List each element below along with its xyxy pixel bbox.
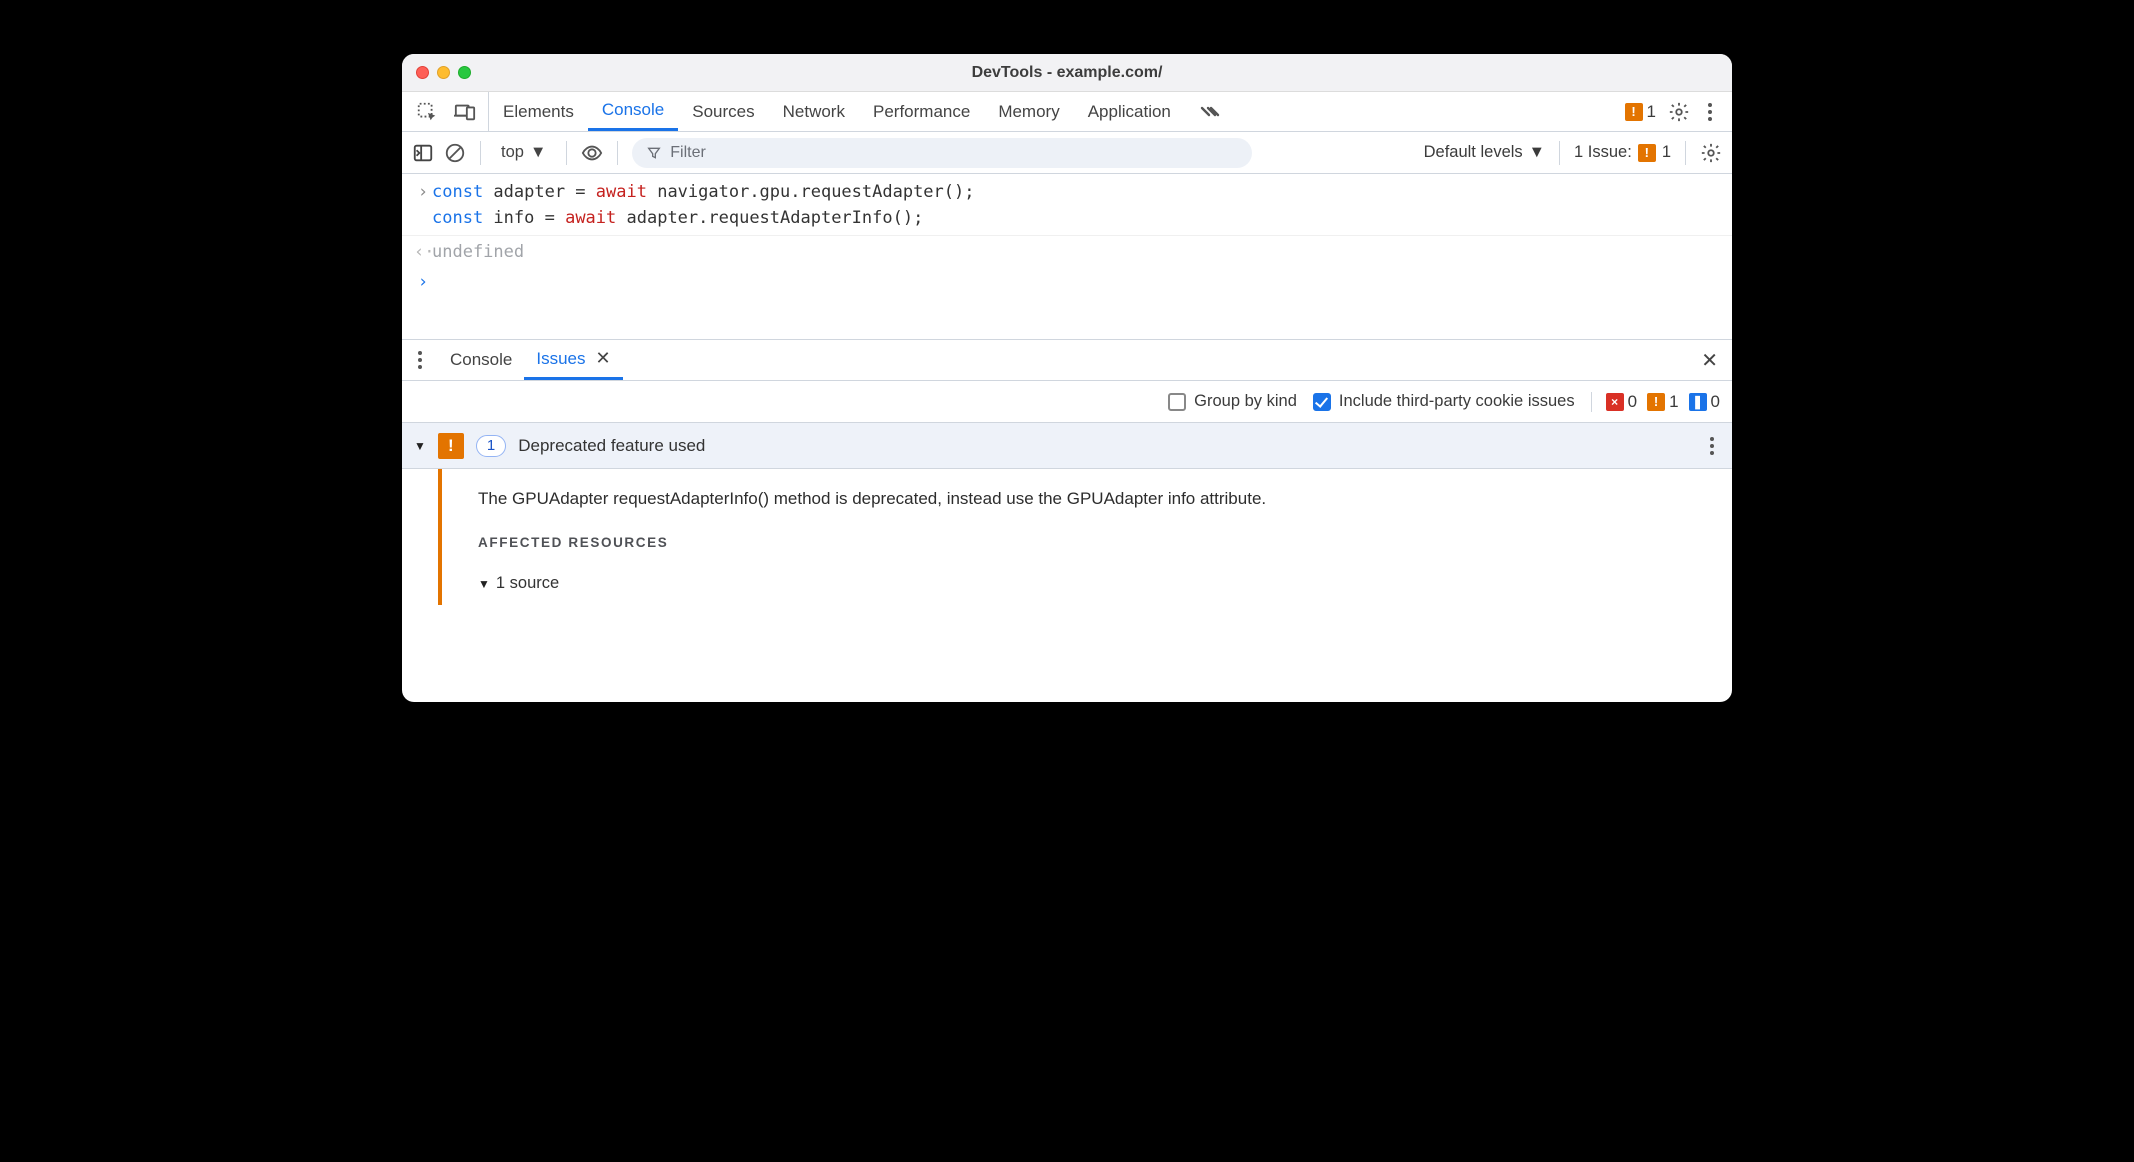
main-tabs: Elements Console Sources Network Perform…	[489, 92, 1239, 131]
checkbox-unchecked-icon	[1168, 393, 1186, 411]
issue-message: The GPUAdapter requestAdapterInfo() meth…	[478, 489, 1710, 509]
kebab-icon	[412, 351, 428, 369]
expand-triangle-icon: ▼	[478, 577, 490, 591]
warning-indicator[interactable]: ! 1	[1625, 102, 1656, 122]
window-title: DevTools - example.com/	[402, 64, 1732, 82]
issue-count: 1	[1662, 143, 1671, 162]
issue-title: Deprecated feature used	[518, 436, 705, 456]
close-tab-icon[interactable]: ✕	[596, 348, 611, 369]
more-tabs-button[interactable]	[1185, 92, 1239, 131]
more-menu-icon[interactable]	[1702, 103, 1718, 121]
drawer-menu-button[interactable]	[402, 340, 438, 380]
devtools-window: DevTools - example.com/ Elements Console…	[402, 54, 1732, 702]
checkbox-checked-icon	[1313, 393, 1331, 411]
drawer-tab-issues-label: Issues	[536, 349, 585, 369]
tab-memory[interactable]: Memory	[984, 92, 1073, 131]
warning-count[interactable]: !1	[1647, 392, 1678, 412]
prompt-arrow-icon: ›	[414, 270, 432, 296]
group-by-kind-checkbox[interactable]: Group by kind	[1168, 392, 1297, 411]
issue-label: 1 Issue:	[1574, 143, 1632, 162]
clear-console-icon[interactable]	[444, 142, 466, 164]
console-return-row: ‹· undefined	[402, 238, 1732, 268]
zoom-window-button[interactable]	[458, 66, 471, 79]
sources-toggle[interactable]: ▼ 1 source	[478, 574, 1710, 593]
chevron-down-icon: ▼	[1529, 143, 1545, 162]
levels-label: Default levels	[1424, 143, 1523, 162]
device-toolbar-icon[interactable]	[454, 101, 476, 123]
error-count[interactable]: ×0	[1606, 392, 1637, 412]
issue-counts: ×0 !1 ❚0	[1591, 392, 1720, 412]
tab-console[interactable]: Console	[588, 92, 678, 131]
info-icon: ❚	[1689, 393, 1707, 411]
filter-icon	[646, 145, 662, 161]
warning-count: 1	[1647, 102, 1656, 122]
tab-performance[interactable]: Performance	[859, 92, 984, 131]
console-prompt[interactable]	[432, 270, 442, 296]
issue-menu-icon[interactable]	[1704, 437, 1720, 455]
info-count[interactable]: ❚0	[1689, 392, 1720, 412]
traffic-lights	[416, 66, 471, 79]
warning-icon: !	[438, 433, 464, 459]
error-icon: ×	[1606, 393, 1624, 411]
tab-elements[interactable]: Elements	[489, 92, 588, 131]
drawer-tab-console[interactable]: Console	[438, 340, 524, 380]
chevron-down-icon: ▼	[530, 143, 546, 162]
console-output: › const adapter = await navigator.gpu.re…	[402, 174, 1732, 297]
context-label: top	[501, 143, 524, 162]
input-arrow-icon: ›	[414, 180, 432, 206]
console-filterbar: top ▼ Filter Default levels ▼ 1 Issue: !…	[402, 132, 1732, 174]
sources-label: 1 source	[496, 574, 559, 593]
drawer-tabstrip: Console Issues ✕ ✕	[402, 339, 1732, 381]
toolbar-right: ! 1	[1611, 92, 1732, 131]
console-code: const adapter = await navigator.gpu.requ…	[432, 180, 974, 231]
expand-triangle-icon: ▼	[414, 439, 426, 453]
drawer-tab-issues[interactable]: Issues ✕	[524, 340, 622, 380]
third-party-cookie-label: Include third-party cookie issues	[1339, 392, 1575, 411]
tab-sources[interactable]: Sources	[678, 92, 768, 131]
third-party-cookie-checkbox[interactable]: Include third-party cookie issues	[1313, 392, 1575, 411]
minimize-window-button[interactable]	[437, 66, 450, 79]
issue-header[interactable]: ▼ ! 1 Deprecated feature used	[402, 423, 1732, 469]
console-prompt-row[interactable]: ›	[402, 268, 1732, 298]
console-settings-icon[interactable]	[1700, 142, 1722, 164]
group-by-kind-label: Group by kind	[1194, 392, 1297, 411]
context-selector[interactable]: top ▼	[495, 141, 552, 164]
main-tabstrip: Elements Console Sources Network Perform…	[402, 92, 1732, 132]
console-input-row[interactable]: › const adapter = await navigator.gpu.re…	[402, 178, 1732, 233]
issue-indent	[402, 469, 442, 605]
affected-resources-heading: AFFECTED RESOURCES	[478, 535, 1710, 550]
filter-input[interactable]: Filter	[632, 138, 1252, 168]
issues-link[interactable]: 1 Issue: ! 1	[1574, 143, 1671, 162]
live-expression-icon[interactable]	[581, 142, 603, 164]
filter-placeholder: Filter	[670, 144, 706, 162]
tab-application[interactable]: Application	[1074, 92, 1185, 131]
issue-detail: The GPUAdapter requestAdapterInfo() meth…	[402, 469, 1732, 605]
warning-icon: !	[1647, 393, 1665, 411]
issues-toolbar: Group by kind Include third-party cookie…	[402, 381, 1732, 423]
output-arrow-icon: ‹·	[414, 240, 432, 266]
tab-network[interactable]: Network	[769, 92, 859, 131]
close-window-button[interactable]	[416, 66, 429, 79]
titlebar: DevTools - example.com/	[402, 54, 1732, 92]
warning-icon: !	[1638, 144, 1656, 162]
warning-icon: !	[1625, 103, 1643, 121]
toolbar-left	[402, 92, 489, 131]
issue-count-pill: 1	[476, 435, 506, 457]
settings-icon[interactable]	[1668, 101, 1690, 123]
close-drawer-button[interactable]: ✕	[1687, 340, 1732, 380]
return-value: undefined	[432, 240, 524, 266]
inspect-element-icon[interactable]	[416, 101, 438, 123]
log-levels-selector[interactable]: Default levels ▼	[1424, 143, 1545, 162]
toggle-sidebar-icon[interactable]	[412, 142, 434, 164]
severity-bar	[438, 469, 442, 605]
